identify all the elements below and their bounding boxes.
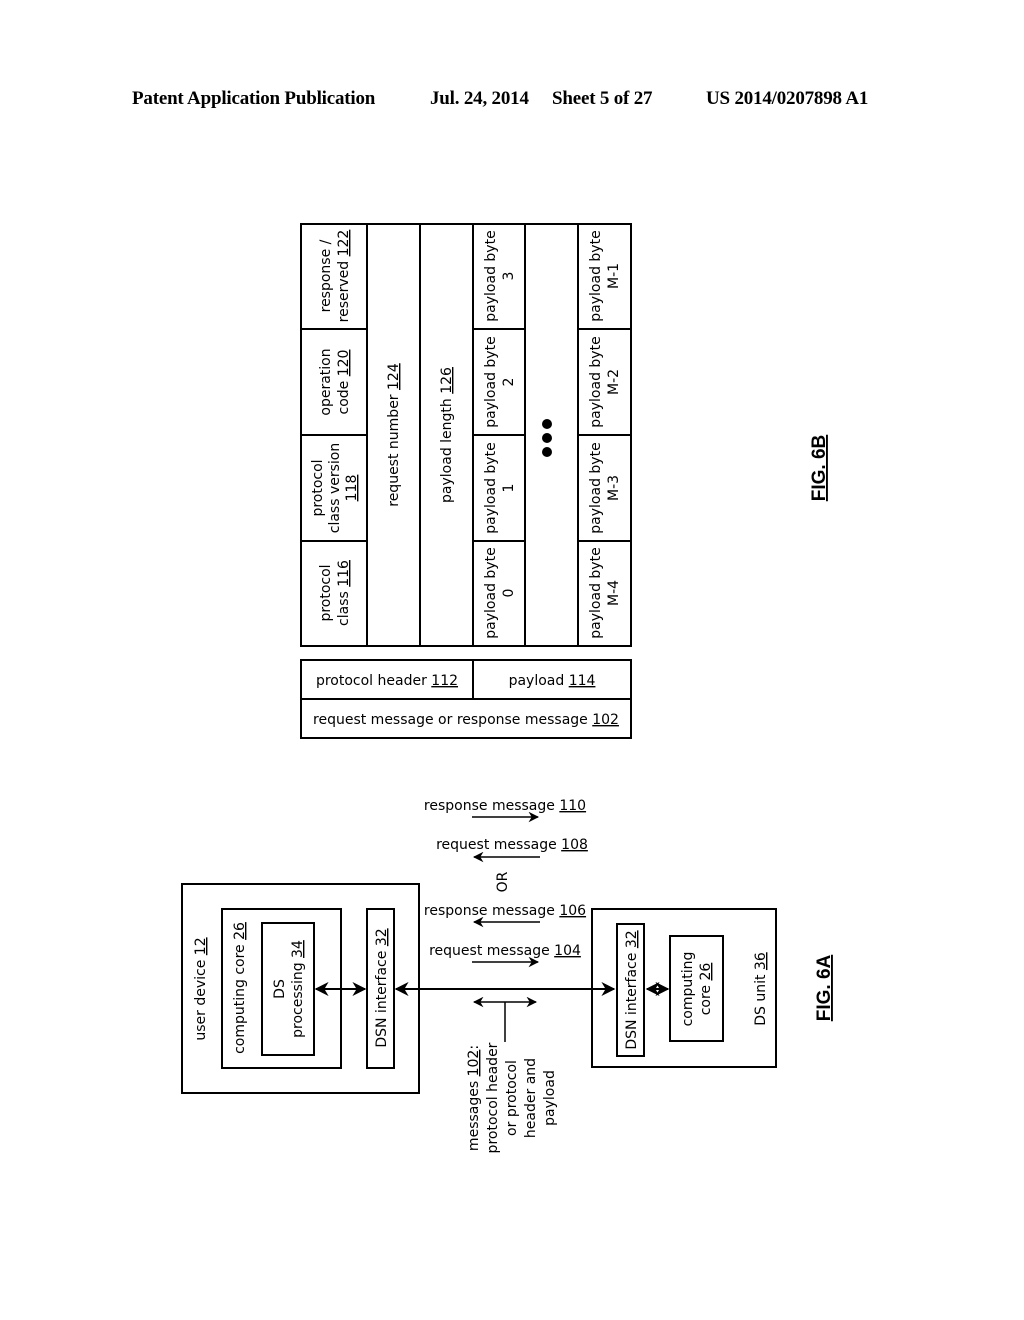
svg-text:M-3: M-3: [606, 475, 622, 501]
payload-byte-m-1: payload byte M-1: [588, 230, 622, 321]
svg-text:computing: computing: [680, 952, 696, 1027]
svg-text:protocol: protocol: [318, 564, 334, 621]
or-label: OR: [495, 871, 511, 892]
payload-byte-1: payload byte 1: [483, 442, 517, 533]
svg-text:reserved 122: reserved 122: [336, 230, 352, 323]
svg-text:payload: payload: [542, 1070, 558, 1126]
svg-text:118: 118: [344, 475, 360, 502]
svg-text:1: 1: [501, 484, 517, 493]
svg-text:class version: class version: [327, 443, 343, 533]
svg-text:2: 2: [501, 378, 517, 387]
svg-text:processing 34: processing 34: [290, 940, 306, 1038]
message-structure: protocol header 112 payload 114 request …: [300, 659, 632, 739]
svg-text:3: 3: [501, 272, 517, 281]
svg-text:payload byte: payload byte: [483, 336, 499, 427]
patent-figure: protocol class 116 protocol class versio…: [181, 223, 835, 1153]
svg-text:payload byte: payload byte: [483, 547, 499, 638]
svg-text:M-2: M-2: [606, 369, 622, 395]
svg-text:header and: header and: [523, 1058, 539, 1138]
field-protocol-class-version: protocol class version 118: [310, 443, 360, 533]
svg-text:payload byte: payload byte: [588, 442, 604, 533]
message-flows: response message 110 request message 108…: [424, 798, 588, 968]
svg-text:payload byte: payload byte: [588, 230, 604, 321]
payload-byte-m-4: payload byte M-4: [588, 547, 622, 638]
svg-text:payload byte: payload byte: [588, 336, 604, 427]
ellipsis-dot: [542, 433, 552, 443]
svg-text:protocol header: protocol header: [485, 1042, 501, 1153]
ellipsis-dots: [542, 419, 552, 457]
svg-text:FIG. 6A: FIG. 6A: [814, 954, 835, 1021]
svg-text:FIG. 6B: FIG. 6B: [809, 435, 830, 502]
ds-computing-core-box: [669, 935, 724, 1042]
field-request-number: request number 124: [386, 363, 402, 507]
request-message-108-label: request message 108: [436, 837, 588, 853]
svg-text:computing core 26: computing core 26: [232, 922, 248, 1054]
svg-text:payload byte: payload byte: [483, 230, 499, 321]
messages-102-annotation: messages 102: protocol header or protoco…: [466, 996, 558, 1153]
ds-processing-label: DS processing 34: [272, 940, 306, 1038]
ellipsis-dot: [542, 447, 552, 457]
ds-processing-box: [261, 922, 315, 1056]
payload-label: payload 114: [509, 673, 596, 689]
svg-text:core 26: core 26: [698, 963, 714, 1016]
svg-text:payload byte: payload byte: [483, 442, 499, 533]
svg-text:request number 124: request number 124: [386, 363, 402, 507]
field-payload-length: payload length 126: [439, 367, 455, 503]
request-message-104-label: request message 104: [429, 943, 581, 959]
svg-text:DSN interface 32: DSN interface 32: [374, 928, 390, 1047]
payload-byte-2: payload byte 2: [483, 336, 517, 427]
user-device: user device 12 computing core 26 DS proc…: [181, 883, 420, 1094]
ds-computing-core-label: computing core 26: [680, 952, 714, 1027]
svg-text:user device 12: user device 12: [193, 937, 209, 1040]
svg-text:DS: DS: [272, 979, 288, 999]
svg-text:M-1: M-1: [606, 263, 622, 289]
svg-text:payload length 126: payload length 126: [439, 367, 455, 503]
svg-text:M-4: M-4: [606, 580, 622, 606]
ellipsis-dot: [542, 419, 552, 429]
svg-text:messages 102:: messages 102:: [466, 1045, 482, 1151]
payload-byte-m-2: payload byte M-2: [588, 336, 622, 427]
fig-6a-caption: FIG. 6A: [814, 954, 835, 1021]
svg-text:protocol: protocol: [310, 459, 326, 516]
field-label: class 116: [336, 560, 352, 626]
svg-text:or protocol: or protocol: [504, 1060, 520, 1136]
field-response-reserved: response / reserved 122: [318, 230, 352, 323]
ds-unit: DSN interface 32 computing core 26 DS un…: [591, 908, 777, 1068]
payload-byte-0: payload byte 0: [483, 547, 517, 638]
fig-6b-caption: FIG. 6B: [809, 435, 830, 502]
svg-text:DSN interface 32: DSN interface 32: [624, 930, 640, 1049]
svg-text:payload byte: payload byte: [588, 547, 604, 638]
svg-text:response /: response /: [318, 239, 334, 312]
response-message-110-label: response message 110: [424, 798, 586, 814]
response-message-106-label: response message 106: [424, 903, 586, 919]
svg-text:code 120: code 120: [336, 350, 352, 415]
svg-text:DS unit 36: DS unit 36: [753, 952, 769, 1026]
field-protocol-class: protocol class 116: [318, 560, 352, 626]
payload-byte-3: payload byte 3: [483, 230, 517, 321]
payload-byte-m-3: payload byte M-3: [588, 442, 622, 533]
svg-text:0: 0: [501, 589, 517, 598]
message-label: request message or response message 102: [313, 712, 619, 728]
svg-text:OR: OR: [495, 871, 511, 892]
field-operation-code: operation code 120: [318, 348, 352, 415]
svg-text:operation: operation: [318, 348, 334, 415]
protocol-header-label: protocol header 112: [316, 673, 458, 689]
